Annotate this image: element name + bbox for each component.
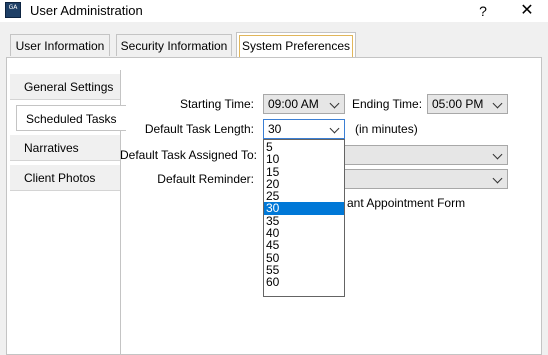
default-task-length-value: 30 [268, 122, 282, 136]
chevron-down-icon [327, 96, 341, 112]
chevron-down-icon [490, 171, 504, 187]
preferences-sidebar: General Settings Scheduled Tasks Narrati… [10, 70, 126, 355]
minutes-note: (in minutes) [355, 122, 418, 136]
window-title: User Administration [30, 3, 143, 18]
ending-time-label: Ending Time: [352, 97, 423, 111]
default-task-length-select[interactable]: 30 [263, 119, 345, 139]
sidebar-item-general-settings[interactable]: General Settings [10, 74, 121, 100]
task-length-dropdown-list[interactable]: 5 10 15 20 25 30 35 40 45 50 55 60 [263, 139, 345, 297]
user-administration-window: GA User Administration ? ✕ User Informat… [0, 0, 548, 355]
chevron-down-icon [490, 96, 504, 112]
tab-label: Security Information [120, 39, 228, 53]
task-length-option[interactable]: 60 [264, 276, 344, 289]
sidebar-item-label: Narratives [24, 141, 79, 155]
title-bar: GA User Administration ? ✕ [0, 0, 548, 22]
task-length-option[interactable]: 45 [264, 239, 344, 252]
reminder-label: Default Reminder: [157, 172, 254, 186]
starting-time-value: 09:00 AM [268, 97, 319, 111]
app-logo-icon: GA [5, 2, 21, 18]
tab-active-highlight: System Preferences [239, 35, 353, 57]
default-task-length-label: Default Task Length: [144, 122, 254, 136]
ending-time-value: 05:00 PM [432, 97, 484, 111]
tab-security-information[interactable]: Security Information [116, 34, 232, 56]
chevron-down-icon [327, 121, 341, 137]
appointment-form-checkbox-label[interactable]: ant Appointment Form [347, 196, 465, 210]
help-button[interactable]: ? [470, 0, 496, 22]
tab-label: User Information [15, 39, 105, 53]
sidebar-item-client-photos[interactable]: Client Photos [10, 165, 121, 191]
task-length-option[interactable]: 10 [264, 153, 344, 166]
starting-time-select[interactable]: 09:00 AM [263, 94, 345, 114]
close-button[interactable]: ✕ [512, 0, 542, 22]
sidebar-item-label: General Settings [24, 80, 114, 94]
sidebar-item-scheduled-tasks[interactable]: Scheduled Tasks [16, 105, 126, 131]
app-logo-text: GA [8, 4, 18, 11]
starting-time-label: Starting Time: [179, 97, 254, 111]
task-length-option[interactable]: 30 [264, 202, 344, 215]
sidebar-item-label: Client Photos [24, 171, 96, 185]
tab-system-preferences[interactable]: System Preferences [236, 32, 356, 57]
assigned-to-label: Default Task Assigned To: [120, 148, 257, 162]
sidebar-item-narratives[interactable]: Narratives [10, 135, 121, 161]
sidebar-item-label: Scheduled Tasks [26, 112, 117, 126]
tab-user-information[interactable]: User Information [10, 34, 110, 56]
ending-time-select[interactable]: 05:00 PM [427, 94, 508, 114]
chevron-down-icon [490, 147, 504, 163]
tab-label: System Preferences [241, 39, 351, 53]
